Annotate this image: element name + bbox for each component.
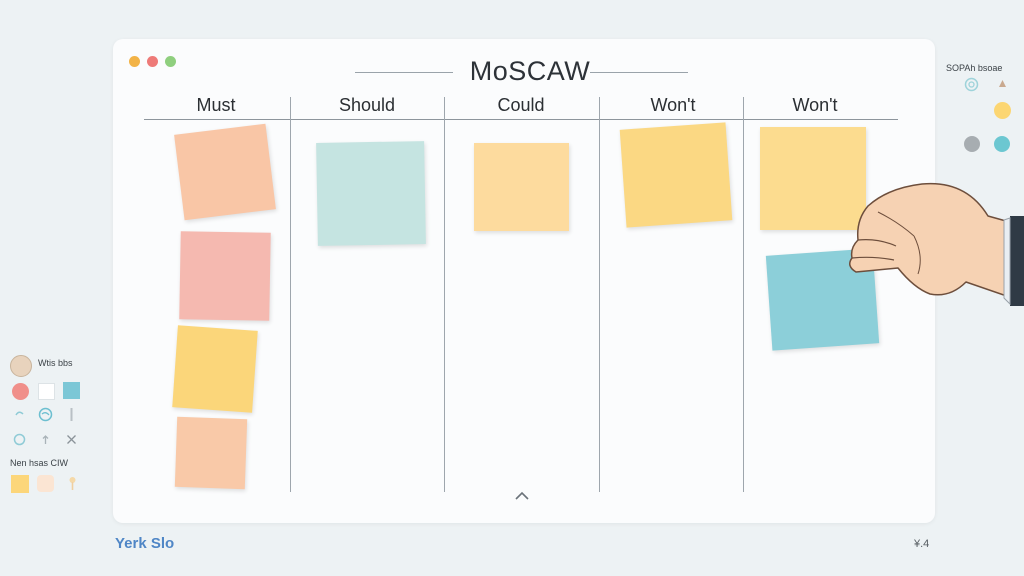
column-divider: [444, 97, 445, 492]
sticky-note-must-1[interactable]: [174, 123, 276, 221]
arrow-up-icon[interactable]: [994, 76, 1011, 93]
close-icon[interactable]: [63, 431, 80, 448]
column-header-could: Could: [497, 95, 545, 115]
red-circle-icon[interactable]: [12, 383, 29, 400]
column-divider: [599, 97, 600, 492]
sticky-note-must-3[interactable]: [172, 325, 258, 413]
window-dot-red[interactable]: [147, 56, 158, 67]
hand-illustration: [849, 182, 1024, 306]
pin-icon[interactable]: [64, 475, 81, 492]
swirl-icon[interactable]: [11, 406, 28, 423]
column-divider: [743, 97, 744, 492]
column-header-should: Should: [338, 95, 396, 115]
footer-logo[interactable]: Yerk Slo: [115, 535, 174, 552]
sticky-note-must-2[interactable]: [179, 231, 271, 321]
window-dot-yellow[interactable]: [129, 56, 140, 67]
window-dot-green[interactable]: [165, 56, 176, 67]
pencil-icon[interactable]: [63, 406, 80, 423]
right-panel-label: SOPAh bsoae: [946, 63, 1003, 73]
sticky-note-should-1[interactable]: [316, 141, 426, 246]
left-panel-label-bottom: Nen hsas CIW: [10, 458, 69, 468]
footer-page-indicator: ¥.4: [914, 538, 930, 550]
column-header-wont: Won't: [650, 95, 696, 115]
peach-swatch-icon[interactable]: [37, 475, 54, 492]
title-rule-left: [355, 72, 453, 73]
sticky-note-wont-1[interactable]: [619, 122, 733, 228]
arrow-icon[interactable]: [37, 431, 54, 448]
column-header-must: Must: [196, 95, 236, 115]
board-title: MoSCAW: [469, 56, 591, 86]
left-panel-label-top: Wtis bbs: [38, 358, 73, 368]
spiral-icon[interactable]: [963, 76, 980, 93]
gray-dot-icon[interactable]: [964, 136, 980, 152]
swirl-icon-3[interactable]: [11, 431, 28, 448]
header-divider: [144, 119, 898, 120]
yellow-dot-icon[interactable]: [994, 102, 1011, 119]
column-header-wont-2: Won't: [792, 95, 838, 115]
swirl-icon-2[interactable]: [37, 406, 54, 423]
column-divider: [290, 97, 291, 492]
sticky-note-must-4[interactable]: [174, 416, 248, 490]
white-square-icon[interactable]: [38, 383, 55, 400]
sticky-note-could-1[interactable]: [474, 143, 569, 231]
chevron-up-icon[interactable]: [513, 490, 531, 504]
title-rule-right: [590, 72, 688, 73]
avatar[interactable]: [10, 355, 32, 377]
yellow-swatch-icon[interactable]: [11, 475, 29, 493]
teal-dot-icon[interactable]: [994, 136, 1010, 152]
teal-square-icon[interactable]: [63, 382, 80, 399]
